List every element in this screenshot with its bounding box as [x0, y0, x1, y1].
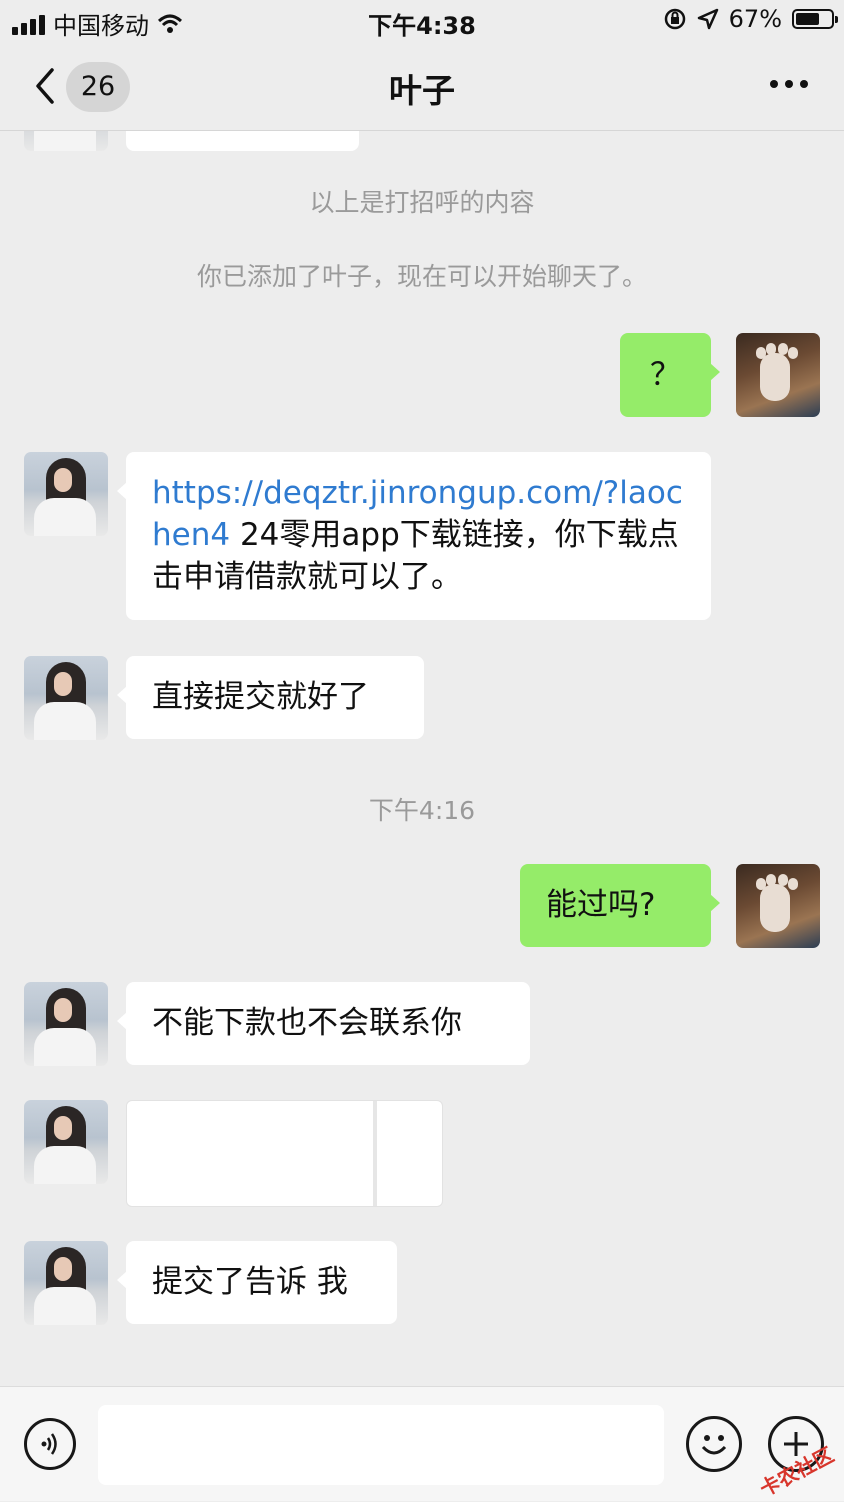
message-input[interactable] [98, 1405, 664, 1485]
image-message[interactable] [126, 1100, 443, 1207]
message-text: 24零用app下载链接，你下载点击申请借款就可以了。 [152, 517, 679, 595]
message-bubble-sent[interactable]: ？ [620, 333, 720, 417]
message-bubble-sent[interactable]: 能过吗? [520, 864, 720, 947]
system-notice: 你已添加了叶子，现在可以开始聊天了。 [196, 262, 647, 291]
voice-icon[interactable] [24, 1418, 76, 1470]
message-bubble-received[interactable]: 直接提交就好了 [117, 656, 424, 739]
contact-avatar[interactable] [24, 1100, 108, 1184]
battery-icon [792, 9, 838, 29]
more-options-icon[interactable] [770, 80, 808, 88]
chat-title: 叶子 [389, 71, 455, 110]
battery-percent: 67% [728, 5, 782, 33]
contact-avatar[interactable] [24, 131, 108, 151]
message-bubble-received[interactable]: 不能下款也不会联系你 [117, 982, 530, 1065]
system-notice: 以上是打招呼的内容 [309, 188, 535, 217]
input-bar: 卡农社区 [0, 1386, 844, 1501]
message-bubble-partial[interactable] [126, 131, 359, 151]
chat-message-list[interactable]: 以上是打招呼的内容 你已添加了叶子，现在可以开始聊天了。 ？ https://d… [0, 131, 844, 1386]
contact-avatar[interactable] [24, 982, 108, 1066]
message-bubble-received[interactable]: https://deqztr.jinrongup.com/?laochen4 2… [117, 452, 711, 620]
location-icon [697, 8, 718, 30]
navigation-bar: 26 叶子 [0, 44, 844, 131]
message-text: 不能下款也不会联系你 [152, 1005, 462, 1041]
orientation-lock-icon [664, 8, 685, 30]
message-bubble-received[interactable]: 提交了告诉 我 [117, 1241, 397, 1324]
message-text: ？ [650, 357, 681, 393]
message-text: 能过吗? [546, 887, 656, 923]
my-avatar[interactable] [736, 864, 820, 948]
timestamp: 下午4:16 [368, 796, 476, 825]
contact-avatar[interactable] [24, 1241, 108, 1325]
message-text: 直接提交就好了 [152, 679, 369, 715]
message-text: 提交了告诉 我 [152, 1264, 348, 1300]
contact-avatar[interactable] [24, 656, 108, 740]
contact-avatar[interactable] [24, 452, 108, 536]
my-avatar[interactable] [736, 333, 820, 417]
status-bar: 中国移动 下午4:38 67% [0, 0, 844, 44]
emoji-icon[interactable] [686, 1416, 742, 1472]
